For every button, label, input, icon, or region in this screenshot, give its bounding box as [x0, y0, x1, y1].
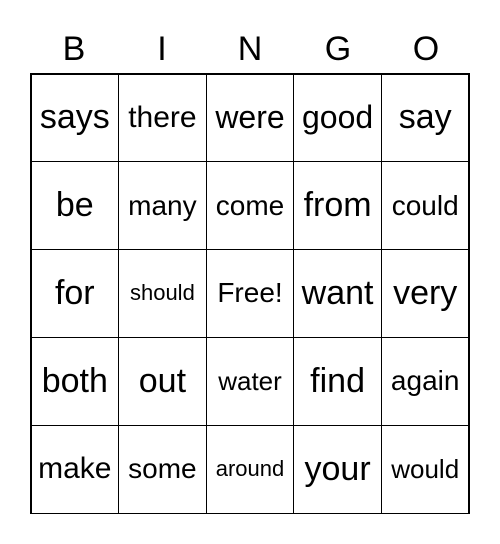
bingo-cell: there: [118, 73, 207, 163]
bingo-cell: find: [293, 336, 382, 426]
bingo-cell: your: [293, 424, 382, 514]
bingo-cell: both: [30, 336, 120, 426]
header-letter-n: N: [237, 30, 263, 68]
bingo-cell: want: [293, 249, 382, 338]
bingo-cell: around: [205, 424, 295, 514]
bingo-cell: say: [380, 73, 470, 163]
bingo-header: B I N G O: [30, 26, 470, 72]
bingo-cell: out: [118, 336, 207, 426]
bingo-cell: very: [380, 249, 470, 338]
header-letter-o: O: [412, 30, 440, 68]
bingo-cell: make: [30, 424, 120, 514]
bingo-cell: should: [118, 249, 207, 338]
bingo-cell: could: [380, 161, 470, 251]
bingo-cell: water: [205, 336, 295, 426]
bingo-cell: were: [205, 73, 295, 163]
bingo-cell: be: [30, 161, 120, 251]
bingo-cell: from: [293, 161, 382, 251]
bingo-cell: for: [30, 249, 120, 338]
bingo-cell: good: [293, 73, 382, 163]
bingo-cell: Free!: [205, 249, 295, 338]
bingo-cell: again: [380, 336, 470, 426]
bingo-cell: many: [118, 161, 207, 251]
header-letter-i: I: [157, 30, 167, 68]
bingo-cell: says: [30, 73, 120, 163]
bingo-grid: says there were good say be many come from could f…: [30, 73, 470, 514]
header-letter-b: B: [62, 30, 86, 68]
bingo-cell: come: [205, 161, 295, 251]
bingo-cell: would: [380, 424, 470, 514]
header-letter-g: G: [324, 30, 352, 68]
bingo-cell: some: [118, 424, 207, 514]
